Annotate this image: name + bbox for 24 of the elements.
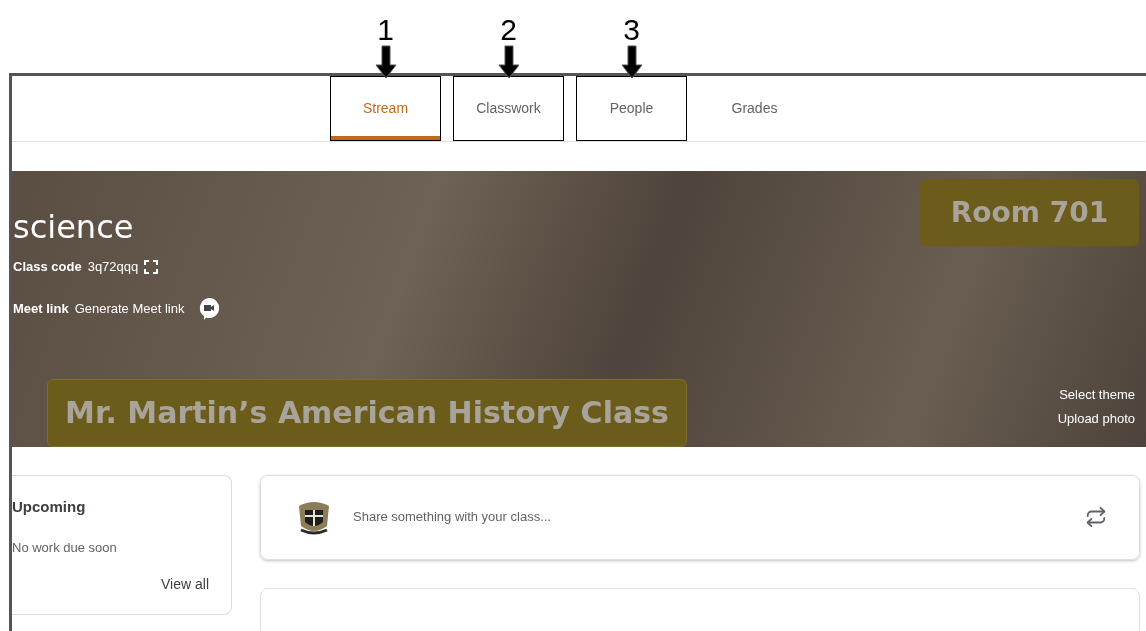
tab[interactable]: Stream <box>331 77 440 140</box>
room-label: Room 701 <box>920 179 1139 246</box>
callout-number: 2 <box>500 15 517 45</box>
banner-action-link[interactable]: Select theme <box>1059 386 1135 404</box>
class-title: science <box>13 207 135 247</box>
callout-number: 1 <box>377 15 394 45</box>
banner-action-link[interactable]: Upload photo <box>1057 410 1135 428</box>
share-card[interactable]: Share something with your class... <box>260 474 1140 560</box>
tab[interactable]: Grades <box>699 76 810 141</box>
class-name-label: Mr. Martin’s American History Class <box>47 378 687 447</box>
upcoming-title: Upcoming <box>12 496 87 517</box>
view-all-link[interactable]: View all <box>161 573 209 595</box>
class-code: 3q72qqq <box>87 258 139 276</box>
fullscreen-icon[interactable] <box>144 259 159 274</box>
meet-link-label: Meet link <box>13 299 69 318</box>
callout-number: 3 <box>623 15 640 45</box>
class-code-label: Class code <box>13 258 82 276</box>
generate-meet-link[interactable]: Generate Meet link <box>74 298 185 319</box>
share-prompt: Share something with your class... <box>353 508 552 527</box>
tab[interactable]: People <box>577 77 686 140</box>
video-chat-icon[interactable] <box>198 296 221 321</box>
tab[interactable]: Classwork <box>454 77 563 140</box>
repost-icon[interactable] <box>1085 506 1107 528</box>
upcoming-message: No work due soon <box>12 539 118 557</box>
